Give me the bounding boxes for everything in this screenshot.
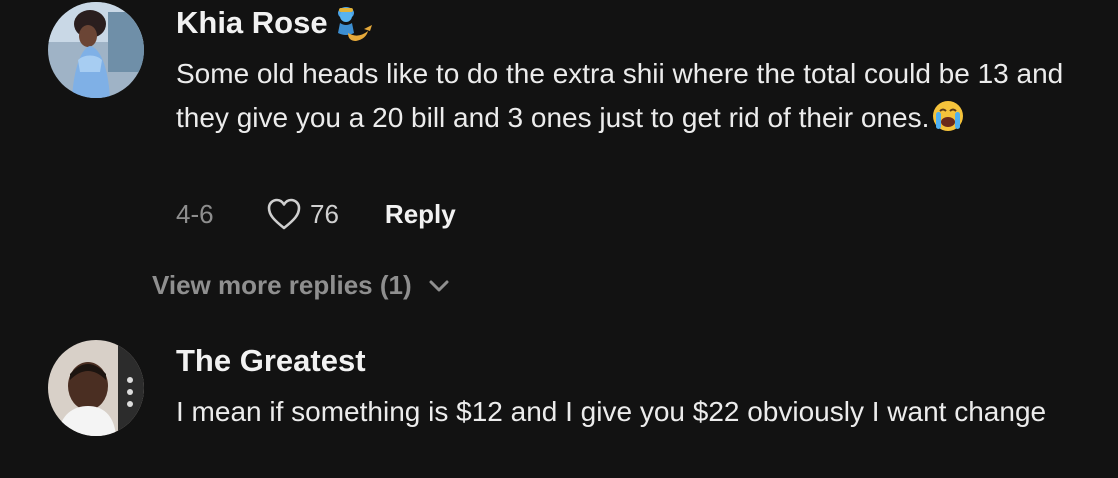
avatar[interactable] (48, 2, 144, 98)
comment-text: I mean if something is $12 and I give yo… (176, 390, 1096, 434)
reply-button[interactable]: Reply (385, 199, 456, 230)
username-text: Khia Rose (176, 5, 328, 40)
comment-body: Some old heads like to do the extra shii… (176, 58, 1064, 133)
avatar[interactable] (48, 340, 144, 436)
genie-emoji-icon (337, 7, 372, 41)
view-more-replies-button[interactable]: View more replies (1) (152, 270, 450, 301)
comment-meta: 4-6 76 Reply (176, 197, 456, 231)
comment-text: Some old heads like to do the extra shii… (176, 52, 1096, 139)
comment-body: I mean if something is $12 and I give yo… (176, 396, 1047, 427)
heart-icon (267, 198, 301, 230)
view-more-replies-label: View more replies (1) (152, 270, 412, 300)
chevron-down-icon (429, 280, 449, 291)
username[interactable]: Khia Rose (176, 3, 374, 43)
like-button[interactable]: 76 (266, 197, 339, 231)
loudly-crying-face-icon (933, 100, 964, 131)
like-count: 76 (310, 198, 339, 229)
username-text: The Greatest (176, 343, 366, 378)
username[interactable]: The Greatest (176, 343, 366, 379)
comment-date: 4-6 (176, 198, 214, 229)
